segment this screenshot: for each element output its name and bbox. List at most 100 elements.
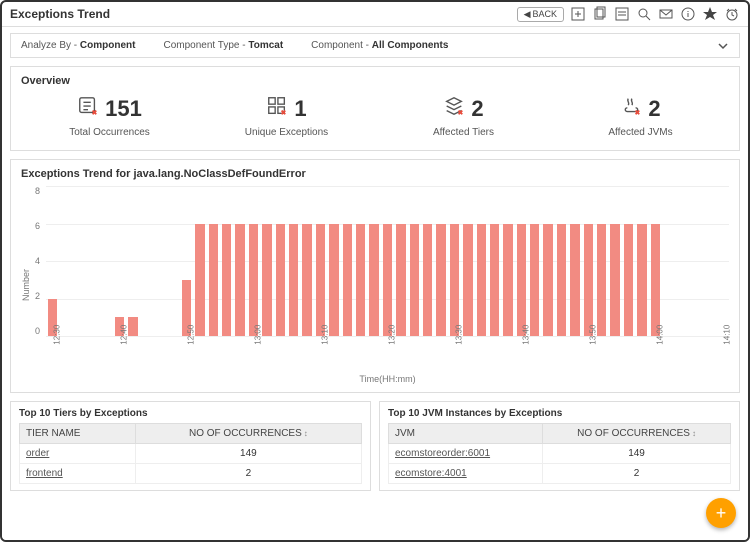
x-tick: 14:10 bbox=[722, 335, 748, 344]
stat-value: 151 bbox=[105, 96, 142, 122]
filter-component-type[interactable]: Component Type - Tomcat bbox=[163, 40, 283, 51]
tiers-table-panel: Top 10 Tiers by Exceptions TIER NAME NO … bbox=[10, 401, 371, 491]
chart-bar[interactable] bbox=[517, 224, 526, 337]
chart-bar[interactable] bbox=[195, 224, 204, 337]
overview-title: Overview bbox=[21, 75, 729, 87]
stat-icon bbox=[620, 95, 642, 123]
stat-value: 2 bbox=[471, 96, 483, 122]
row-count: 2 bbox=[543, 464, 731, 484]
row-name-link[interactable]: frontend bbox=[20, 464, 136, 484]
tiers-col-count[interactable]: NO OF OCCURRENCES↕ bbox=[135, 424, 361, 444]
chart-bar[interactable] bbox=[624, 224, 633, 337]
back-label: BACK bbox=[532, 9, 557, 19]
app-frame: Exceptions Trend ◀ BACK Analyze By - Com… bbox=[0, 0, 750, 542]
report-icon[interactable] bbox=[614, 6, 630, 22]
overview-stat: 1Unique Exceptions bbox=[198, 93, 375, 142]
chart-bar[interactable] bbox=[343, 224, 352, 337]
chart-bar[interactable] bbox=[543, 224, 552, 337]
stat-value: 1 bbox=[294, 96, 306, 122]
info-icon[interactable] bbox=[680, 6, 696, 22]
x-axis-label: Time(HH:mm) bbox=[46, 374, 729, 384]
content-scroll[interactable]: Analyze By - Component Component Type - … bbox=[2, 27, 748, 540]
chart-bar[interactable] bbox=[209, 224, 218, 337]
y-tick: 2 bbox=[35, 291, 40, 301]
chart-bar[interactable] bbox=[651, 224, 660, 337]
chart-bar[interactable] bbox=[302, 224, 311, 337]
stat-icon bbox=[266, 95, 288, 123]
chart-bars bbox=[46, 186, 729, 336]
row-name-link[interactable]: ecomstoreorder:6001 bbox=[389, 444, 543, 464]
tiers-col-name[interactable]: TIER NAME bbox=[20, 424, 136, 444]
star-icon[interactable] bbox=[702, 6, 718, 22]
mail-icon[interactable] bbox=[658, 6, 674, 22]
chart-bar[interactable] bbox=[249, 224, 258, 337]
filter-analyze-by[interactable]: Analyze By - Component bbox=[21, 40, 135, 51]
tables-row: Top 10 Tiers by Exceptions TIER NAME NO … bbox=[10, 401, 740, 491]
y-tick: 6 bbox=[35, 221, 40, 231]
row-name-link[interactable]: ecomstore:4001 bbox=[389, 464, 543, 484]
table-row: ecomstore:40012 bbox=[389, 464, 731, 484]
row-count: 149 bbox=[135, 444, 361, 464]
chart-bar[interactable] bbox=[235, 224, 244, 337]
chart-bar[interactable] bbox=[637, 224, 646, 337]
chart-bar[interactable] bbox=[490, 224, 499, 337]
sort-icon: ↕ bbox=[304, 429, 308, 438]
chart-bar[interactable] bbox=[383, 224, 392, 337]
stat-label: Affected JVMs bbox=[552, 127, 729, 138]
chart-bar[interactable] bbox=[597, 224, 606, 337]
overview-stat: 2Affected Tiers bbox=[375, 93, 552, 142]
chart-bar[interactable] bbox=[570, 224, 579, 337]
chart-area: Number 86420 12:3012:4012:5013:0013:1013… bbox=[21, 186, 729, 384]
chart-bar[interactable] bbox=[530, 224, 539, 337]
overview-stat: 2Affected JVMs bbox=[552, 93, 729, 142]
back-button[interactable]: ◀ BACK bbox=[517, 7, 564, 22]
copy-icon[interactable] bbox=[592, 6, 608, 22]
export-icon[interactable] bbox=[570, 6, 586, 22]
chart-bar[interactable] bbox=[463, 224, 472, 337]
chart-bar[interactable] bbox=[436, 224, 445, 337]
chart-bar[interactable] bbox=[329, 224, 338, 337]
jvm-table: JVM NO OF OCCURRENCES↕ ecomstoreorder:60… bbox=[388, 423, 731, 484]
chart-bar[interactable] bbox=[369, 224, 378, 337]
y-axis-label: Number bbox=[21, 269, 31, 301]
chart-bar[interactable] bbox=[222, 224, 231, 337]
jvm-col-count[interactable]: NO OF OCCURRENCES↕ bbox=[543, 424, 731, 444]
chart-bar[interactable] bbox=[356, 224, 365, 337]
add-fab-button[interactable]: + bbox=[706, 498, 736, 528]
jvm-table-title: Top 10 JVM Instances by Exceptions bbox=[388, 408, 731, 419]
y-tick: 8 bbox=[35, 186, 40, 196]
titlebar: Exceptions Trend ◀ BACK bbox=[2, 2, 748, 27]
chart-bar[interactable] bbox=[316, 224, 325, 337]
chart-plot: 12:3012:4012:5013:0013:1013:2013:3013:40… bbox=[46, 186, 729, 384]
filter-component[interactable]: Component - All Components bbox=[311, 40, 448, 51]
search-icon[interactable] bbox=[636, 6, 652, 22]
jvm-col-name[interactable]: JVM bbox=[389, 424, 543, 444]
clock-icon[interactable] bbox=[724, 6, 740, 22]
chart-bar[interactable] bbox=[289, 224, 298, 337]
chart-bar[interactable] bbox=[276, 224, 285, 337]
stat-label: Total Occurrences bbox=[21, 127, 198, 138]
chart-bar[interactable] bbox=[503, 224, 512, 337]
chart-bar[interactable] bbox=[262, 224, 271, 337]
chart-bar[interactable] bbox=[396, 224, 405, 337]
y-axis: 86420 bbox=[35, 186, 42, 336]
row-name-link[interactable]: order bbox=[20, 444, 136, 464]
chart-bar[interactable] bbox=[128, 317, 137, 336]
stat-icon bbox=[443, 95, 465, 123]
chart-section: Exceptions Trend for java.lang.NoClassDe… bbox=[10, 159, 740, 393]
y-tick: 4 bbox=[35, 256, 40, 266]
chart-bar[interactable] bbox=[450, 224, 459, 337]
page-title: Exceptions Trend bbox=[10, 7, 110, 21]
filter-expand-icon[interactable] bbox=[717, 40, 729, 55]
chart-bar[interactable] bbox=[410, 224, 419, 337]
row-count: 2 bbox=[135, 464, 361, 484]
filter-bar: Analyze By - Component Component Type - … bbox=[10, 33, 740, 58]
chart-bar[interactable] bbox=[423, 224, 432, 337]
chart-bar[interactable] bbox=[584, 224, 593, 337]
chart-bar[interactable] bbox=[477, 224, 486, 337]
table-row: ecomstoreorder:6001149 bbox=[389, 444, 731, 464]
chart-bar[interactable] bbox=[557, 224, 566, 337]
tiers-table-title: Top 10 Tiers by Exceptions bbox=[19, 408, 362, 419]
chart-bar[interactable] bbox=[610, 224, 619, 337]
overview-section: Overview 151 Total Occurrences1Unique Exc… bbox=[10, 66, 740, 151]
